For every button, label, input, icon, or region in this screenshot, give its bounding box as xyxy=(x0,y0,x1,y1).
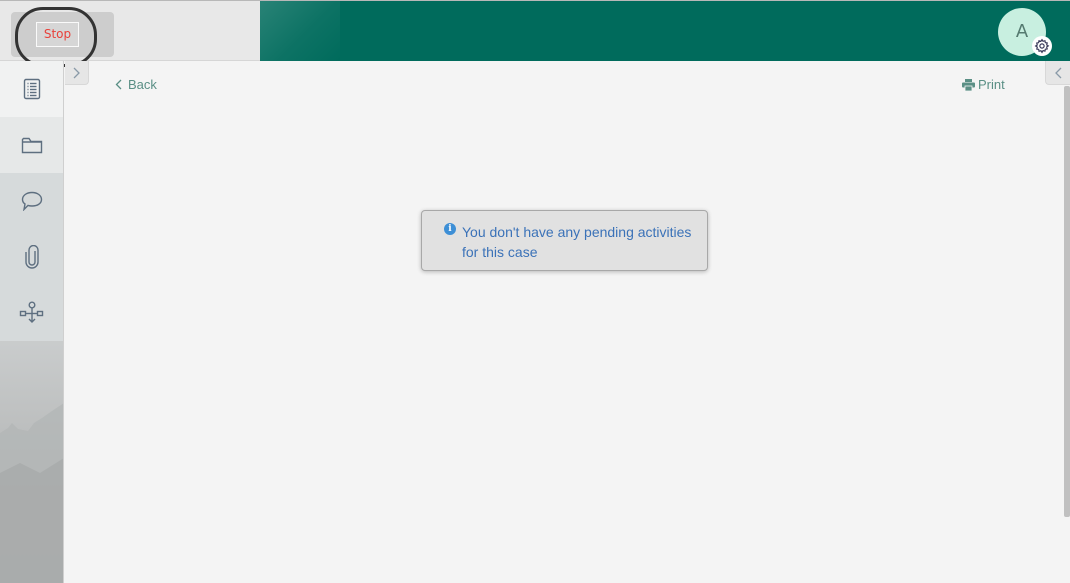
stop-highlight-ring xyxy=(15,7,97,67)
sidebar-item-process[interactable] xyxy=(0,285,63,341)
chevron-right-icon xyxy=(73,67,80,78)
topbar-left-panel: Stop xyxy=(0,1,260,67)
expand-sidebar-button[interactable] xyxy=(65,61,89,85)
sidebar-item-attachments[interactable] xyxy=(0,229,63,285)
chevron-left-icon xyxy=(115,79,122,90)
top-bar: Stop A xyxy=(0,0,1070,67)
paperclip-icon xyxy=(25,245,39,269)
back-label: Back xyxy=(128,77,157,92)
print-button[interactable]: Print xyxy=(962,77,1005,92)
collapse-panel-button[interactable] xyxy=(1045,61,1070,85)
sidebar xyxy=(0,61,64,583)
settings-button[interactable] xyxy=(1032,36,1052,56)
sidebar-item-comments[interactable] xyxy=(0,173,63,229)
speech-bubble-icon xyxy=(21,191,43,211)
back-link[interactable]: Back xyxy=(115,77,157,92)
list-document-icon xyxy=(23,78,41,100)
sidebar-background-landscape xyxy=(0,403,63,583)
gear-icon xyxy=(1034,38,1050,54)
notice-message: You don't have any pending activities fo… xyxy=(462,224,692,260)
vertical-scrollbar[interactable] xyxy=(1064,86,1070,517)
info-icon: i xyxy=(444,223,456,235)
folder-icon xyxy=(21,137,43,154)
print-label: Print xyxy=(978,77,1005,92)
brand-header xyxy=(260,1,1070,61)
info-notice: i You don't have any pending activities … xyxy=(421,210,708,271)
process-flow-icon xyxy=(19,301,44,323)
printer-icon xyxy=(962,78,975,91)
main-content: Back Print xyxy=(65,61,1070,583)
chevron-left-icon xyxy=(1054,67,1061,78)
sidebar-item-documents[interactable] xyxy=(0,117,63,173)
sidebar-item-details[interactable] xyxy=(0,61,63,117)
